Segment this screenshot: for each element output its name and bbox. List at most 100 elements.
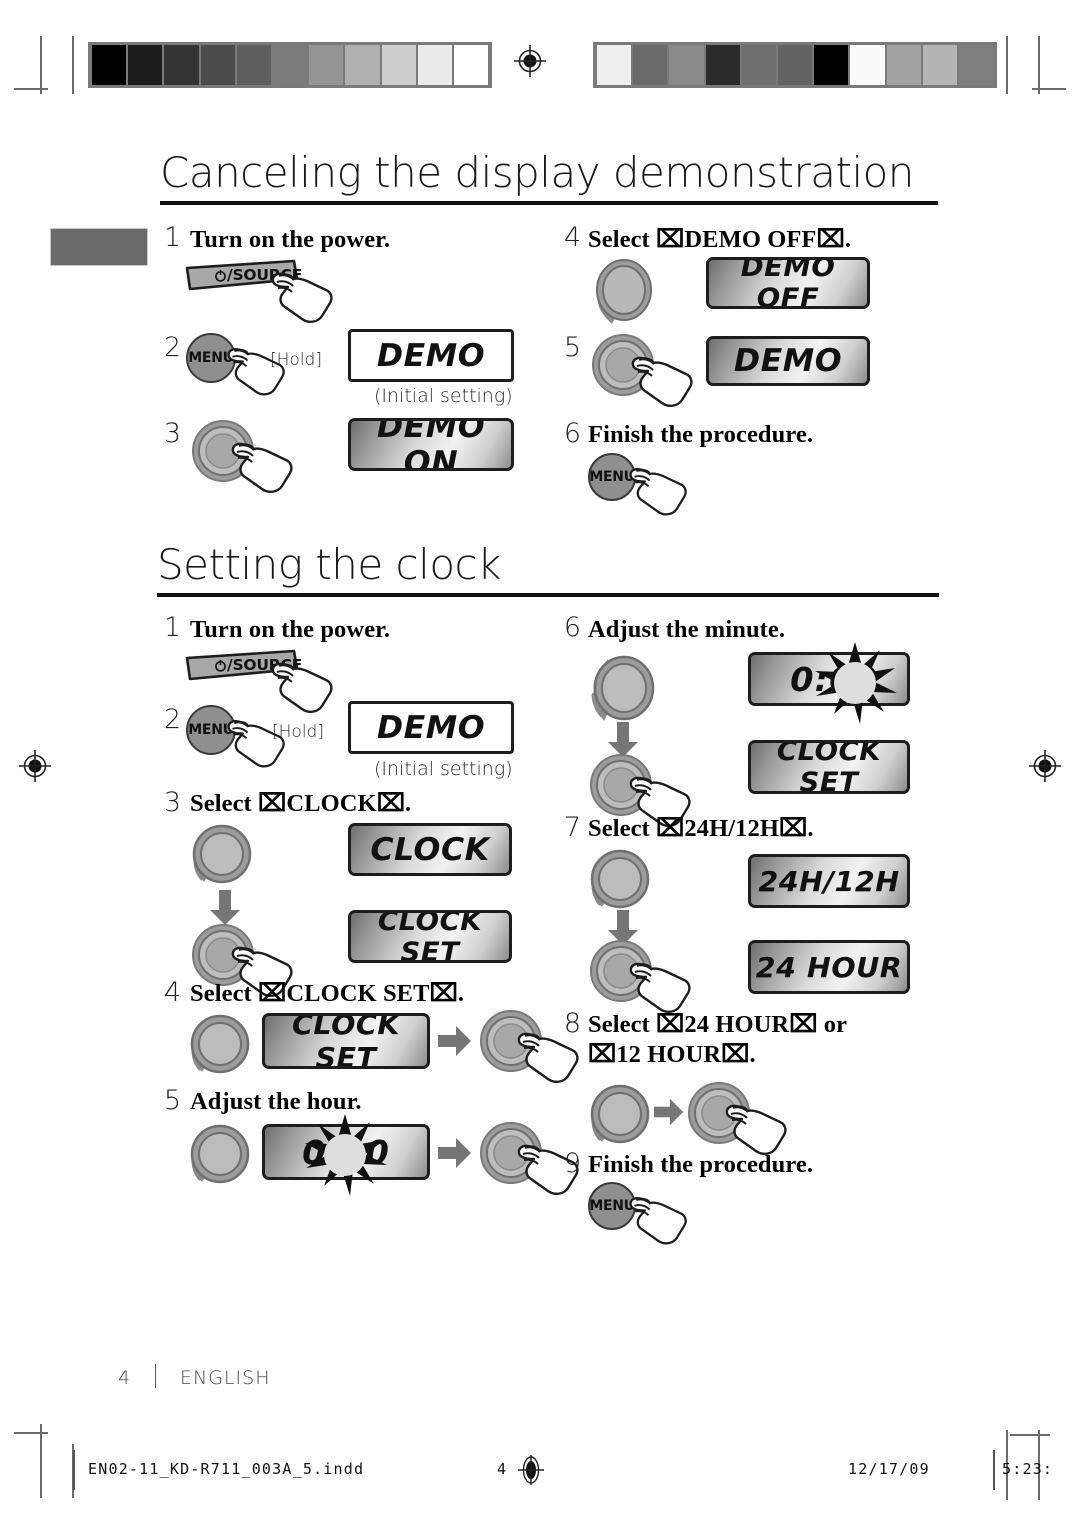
footer-page-number: 4 <box>118 1367 132 1389</box>
crop-mark <box>14 88 48 90</box>
wedge-swatch <box>633 45 668 85</box>
wedge-swatch <box>381 45 416 85</box>
rotary-knob-icon[interactable] <box>186 1008 264 1085</box>
step-text: Adjust the hour. <box>190 1088 362 1115</box>
display-panel: 0:00 <box>262 1124 430 1180</box>
rotary-knob-icon[interactable] <box>188 818 266 893</box>
wedge-swatch <box>814 45 849 85</box>
hold-note: [Hold] <box>272 722 324 742</box>
registration-mark-icon <box>514 1453 548 1487</box>
crop-mark <box>1010 1434 1050 1436</box>
display-text: DEMO OFF <box>740 257 836 309</box>
rotary-knob-icon[interactable] <box>586 843 664 920</box>
step-number: 9 <box>563 1148 581 1179</box>
display-panel: DEMO OFF <box>706 257 870 309</box>
step-text: Select ⌧24 HOUR⌧ or ⌧12 HOUR⌧. <box>588 1011 848 1068</box>
wedge-swatch <box>309 45 344 85</box>
rotary-knob-icon[interactable] <box>478 1008 544 1079</box>
step-number: 8 <box>563 1008 581 1039</box>
crop-mark <box>72 36 74 94</box>
display-panel: CLOCK SET <box>348 910 512 963</box>
step-text: Finish the procedure. <box>588 1151 814 1178</box>
registration-mark-icon <box>1028 749 1062 783</box>
wedge-swatch <box>128 45 163 85</box>
rotary-knob-icon[interactable] <box>584 645 666 732</box>
display-text: CLOCK SET <box>776 740 882 794</box>
footer-language: ENGLISH <box>180 1367 271 1389</box>
power-icon <box>215 269 226 282</box>
hold-note: [Hold] <box>270 350 322 370</box>
rotary-knob-icon[interactable] <box>686 1080 752 1151</box>
section-rule <box>160 201 938 205</box>
display-text: DEMO <box>376 709 486 746</box>
display-text: CLOCK SET <box>291 1013 401 1069</box>
wedge-swatch <box>164 45 199 85</box>
section-title: Setting the clock <box>157 540 501 589</box>
display-text: 0:00 <box>790 659 878 699</box>
display-text: DEMO <box>376 337 486 374</box>
wedge-swatch <box>850 45 885 85</box>
power-source-button[interactable]: /SOURCE <box>184 648 302 684</box>
display-text: CLOCK SET <box>377 910 483 963</box>
step-text: Turn on the power. <box>190 226 391 253</box>
step-number: 1 <box>163 222 181 253</box>
rotary-knob-icon[interactable] <box>588 752 654 823</box>
section-tab-marker <box>50 228 148 266</box>
menu-button-label: MENU <box>589 469 635 485</box>
step-text: Select ⌧DEMO OFF⌧. <box>588 226 852 253</box>
display-caption: (Initial setting) <box>374 758 513 780</box>
crop-mark <box>40 36 42 94</box>
display-text: CLOCK <box>370 831 490 868</box>
power-source-label: /SOURCE <box>214 656 302 674</box>
arrow-right-icon <box>438 1136 472 1175</box>
registration-mark-icon <box>513 44 547 78</box>
wedge-swatch <box>597 45 632 85</box>
print-filename: EN02-11_KD-R711_003A_5.indd <box>88 1460 365 1478</box>
wedge-swatch <box>886 45 921 85</box>
step-number: 2 <box>163 704 181 735</box>
display-panel: DEMO <box>348 701 514 754</box>
menu-button[interactable]: MENU <box>186 705 236 755</box>
rotary-knob-icon[interactable] <box>588 256 660 333</box>
rotary-knob-icon[interactable] <box>588 938 654 1009</box>
step-number: 5 <box>563 332 581 363</box>
wedge-swatch <box>669 45 704 85</box>
display-caption: (Initial setting) <box>374 385 513 407</box>
display-panel: CLOCK SET <box>262 1013 430 1069</box>
wedge-swatch <box>417 45 452 85</box>
crop-mark <box>14 1432 48 1434</box>
rotary-knob-icon[interactable] <box>478 1120 544 1191</box>
menu-button-label: MENU <box>188 350 234 366</box>
wedge-swatch <box>741 45 776 85</box>
menu-button[interactable]: MENU <box>186 333 236 383</box>
crop-mark <box>1032 88 1066 90</box>
wedge-swatch <box>777 45 813 85</box>
step-text: Select ⌧24H/12H⌧. <box>588 815 814 842</box>
wedge-swatch <box>922 45 957 85</box>
display-panel: 0:00 <box>748 652 910 706</box>
power-source-button[interactable]: /SOURCE <box>184 258 302 294</box>
display-panel: 24H/12H <box>748 854 910 908</box>
print-date: 12/17/09 <box>848 1460 930 1478</box>
crop-mark <box>40 1424 42 1498</box>
registration-mark-icon <box>18 749 52 783</box>
display-panel: CLOCK SET <box>748 740 910 794</box>
menu-button[interactable]: MENU <box>588 1182 636 1230</box>
section-setting-clock: Setting the clock <box>157 540 939 597</box>
rotary-knob-icon[interactable] <box>186 1118 264 1195</box>
power-icon <box>215 659 226 672</box>
display-text: DEMO ON <box>376 418 486 471</box>
menu-button[interactable]: MENU <box>588 453 636 501</box>
power-source-label: /SOURCE <box>214 266 302 284</box>
step-number: 4 <box>563 222 581 253</box>
step-number: 2 <box>163 332 181 363</box>
rotary-knob-icon[interactable] <box>586 1078 664 1155</box>
display-text: 0:00 <box>302 1132 390 1172</box>
rotary-knob-icon[interactable] <box>190 418 256 489</box>
rotary-knob-icon[interactable] <box>590 332 656 403</box>
manual-page: Canceling the display demonstration 1 Tu… <box>0 0 1080 1532</box>
display-panel: 24 HOUR <box>748 940 910 994</box>
step-number: 4 <box>163 977 181 1008</box>
step-number: 7 <box>563 812 581 843</box>
menu-button-label: MENU <box>589 1198 635 1214</box>
